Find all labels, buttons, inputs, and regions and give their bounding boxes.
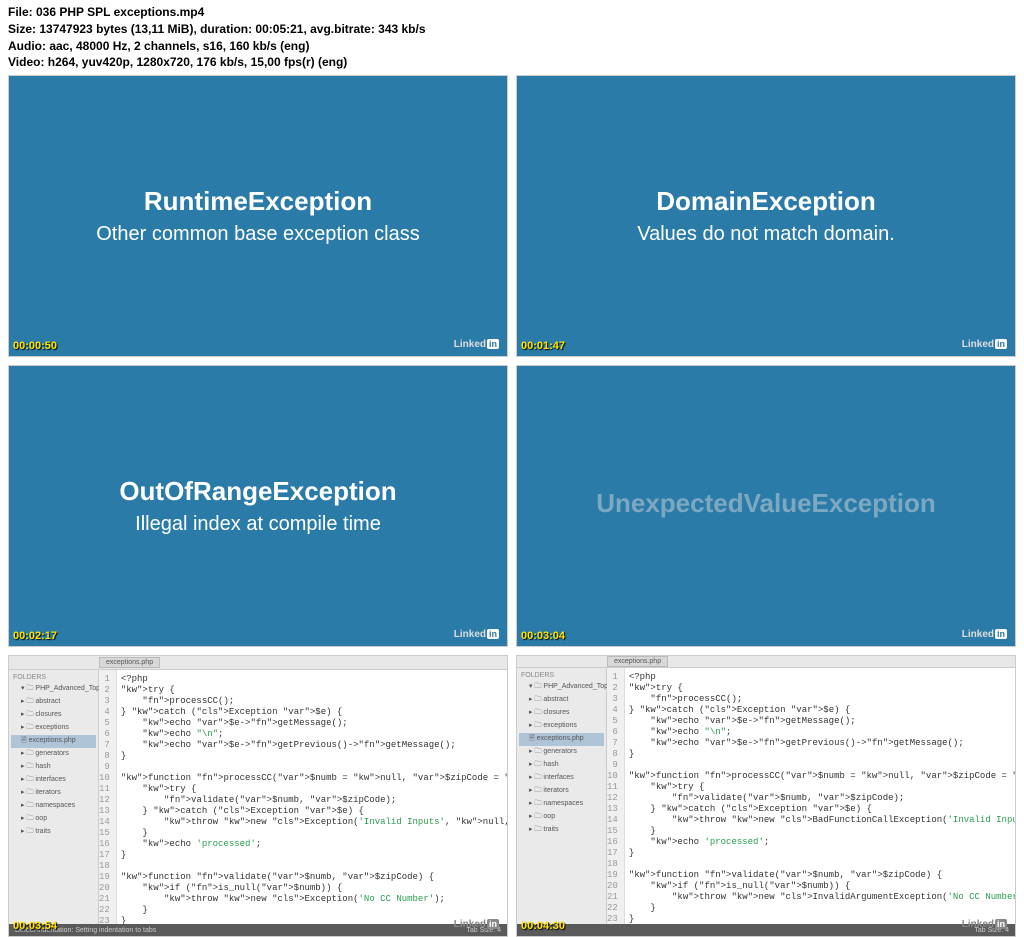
media-metadata: File: 036 PHP SPL exceptions.mp4 Size: 1… <box>0 0 1024 75</box>
sidebar-item[interactable]: ▸ 🗀 hash <box>11 761 96 774</box>
sidebar-item[interactable]: ▸ 🗀 abstract <box>519 694 604 707</box>
linkedin-logo: Linkedin <box>962 629 1007 640</box>
sidebar-item-selected[interactable]: 🗎 exceptions.php <box>11 735 96 748</box>
sidebar-item[interactable]: ▸ 🗀 hash <box>519 759 604 772</box>
timestamp: 00:03:04 <box>521 630 565 642</box>
slide-title: OutOfRangeException <box>119 476 396 507</box>
file-tab[interactable]: exceptions.php <box>99 657 160 668</box>
timestamp: 00:01:47 <box>521 340 565 352</box>
sidebar-item[interactable]: ▸ 🗀 closures <box>11 709 96 722</box>
statusbar: Detect indentation: Setting indentation … <box>9 924 507 936</box>
sidebar-item[interactable]: ▸ 🗀 namespaces <box>11 800 96 813</box>
linkedin-logo: Linkedin <box>454 919 499 930</box>
sidebar-item[interactable]: ▸ 🗀 oop <box>11 813 96 826</box>
editor-tabbar: exceptions.php <box>9 656 507 670</box>
sidebar-root[interactable]: ▾ 🗀 PHP_Advanced_Topics <box>11 683 96 696</box>
slide-subtitle: Values do not match domain. <box>637 223 895 246</box>
code-editor[interactable]: <?php "kw">try { "fn">processCC(); } "kw… <box>625 668 1016 936</box>
sidebar-item[interactable]: ▸ 🗀 abstract <box>11 696 96 709</box>
sidebar-item[interactable]: ▸ 🗀 generators <box>11 748 96 761</box>
meta-video: Video: h264, yuv420p, 1280x720, 176 kb/s… <box>8 54 1016 71</box>
sidebar-item[interactable]: ▸ 🗀 generators <box>519 746 604 759</box>
linkedin-logo: Linkedin <box>454 629 499 640</box>
line-gutter: 1234567891011121314151617181920212223 <box>99 670 117 936</box>
sidebar-item[interactable]: ▸ 🗀 exceptions <box>519 720 604 733</box>
linkedin-logo: Linkedin <box>962 919 1007 930</box>
sidebar-item[interactable]: ▸ 🗀 interfaces <box>519 772 604 785</box>
timestamp: 00:00:50 <box>13 340 57 352</box>
thumb-3[interactable]: OutOfRangeException Illegal index at com… <box>8 365 508 647</box>
thumb-4[interactable]: UnexpectedValueException 00:03:04 Linked… <box>516 365 1016 647</box>
timestamp: 00:03:54 <box>13 920 57 932</box>
sidebar-item[interactable]: ▸ 🗀 traits <box>11 826 96 839</box>
meta-file: File: 036 PHP SPL exceptions.mp4 <box>8 4 1016 21</box>
thumb-5[interactable]: exceptions.php FOLDERS ▾ 🗀 PHP_Advanced_… <box>8 655 508 937</box>
linkedin-logo: Linkedin <box>962 339 1007 350</box>
thumb-6[interactable]: exceptions.php FOLDERS ▾ 🗀 PHP_Advanced_… <box>516 655 1016 937</box>
slide-subtitle: Illegal index at compile time <box>135 513 381 536</box>
sidebar-item[interactable]: ▸ 🗀 oop <box>519 811 604 824</box>
code-editor[interactable]: <?php "kw">try { "fn">processCC(); } "kw… <box>117 670 508 936</box>
folder-sidebar: FOLDERS ▾ 🗀 PHP_Advanced_Topics ▸ 🗀 abst… <box>9 670 99 936</box>
timestamp: 00:04:30 <box>521 920 565 932</box>
sidebar-item[interactable]: ▸ 🗀 closures <box>519 707 604 720</box>
sidebar-item[interactable]: ▸ 🗀 interfaces <box>11 774 96 787</box>
sidebar-item-selected[interactable]: 🗎 exceptions.php <box>519 733 604 746</box>
sidebar-root[interactable]: ▾ 🗀 PHP_Advanced_Topics <box>519 681 604 694</box>
sidebar-item[interactable]: ▸ 🗀 namespaces <box>519 798 604 811</box>
statusbar: Tab Size: 4 <box>517 924 1015 936</box>
slide-subtitle: Other common base exception class <box>96 223 420 246</box>
timestamp: 00:02:17 <box>13 630 57 642</box>
sidebar-item[interactable]: ▸ 🗀 traits <box>519 824 604 837</box>
editor-tabbar: exceptions.php <box>517 656 1015 668</box>
slide-title: DomainException <box>656 186 876 217</box>
thumb-2[interactable]: DomainException Values do not match doma… <box>516 75 1016 357</box>
sidebar-item[interactable]: ▸ 🗀 iterators <box>11 787 96 800</box>
thumbnail-grid: RuntimeException Other common base excep… <box>0 75 1024 937</box>
folder-sidebar: FOLDERS ▾ 🗀 PHP_Advanced_Topics ▸ 🗀 abst… <box>517 668 607 936</box>
thumb-1[interactable]: RuntimeException Other common base excep… <box>8 75 508 357</box>
meta-size: Size: 13747923 bytes (13,11 MiB), durati… <box>8 21 1016 38</box>
line-gutter: 123456789101112131415161718192021222324 <box>607 668 625 936</box>
meta-audio: Audio: aac, 48000 Hz, 2 channels, s16, 1… <box>8 38 1016 55</box>
file-tab[interactable]: exceptions.php <box>607 656 668 667</box>
sidebar-item[interactable]: ▸ 🗀 exceptions <box>11 722 96 735</box>
slide-title: RuntimeException <box>144 186 372 217</box>
sidebar-item[interactable]: ▸ 🗀 iterators <box>519 785 604 798</box>
slide-title: UnexpectedValueException <box>596 488 936 519</box>
linkedin-logo: Linkedin <box>454 339 499 350</box>
